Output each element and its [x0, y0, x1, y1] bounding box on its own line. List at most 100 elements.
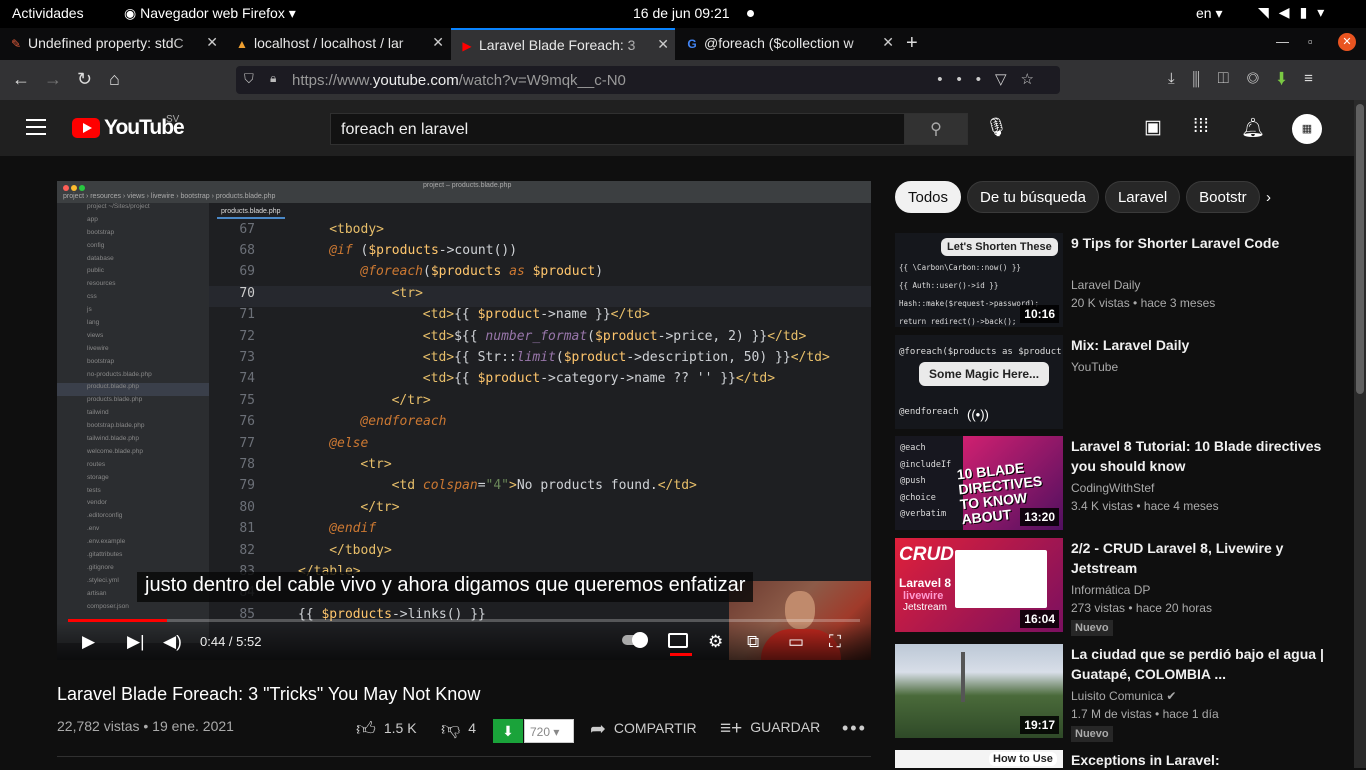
- notifications-bell-icon[interactable]: 🔔︎: [1241, 116, 1265, 140]
- browser-tab[interactable]: G @foreach ($collection w ✕: [676, 28, 900, 60]
- library-icon[interactable]: ⫼: [1193, 70, 1218, 87]
- browser-tab[interactable]: ▲ localhost / localhost / lar ✕: [226, 28, 450, 60]
- sidebar-icon[interactable]: ◫: [1218, 70, 1247, 87]
- like-button[interactable]: 👍︎ 1.5 K: [356, 718, 417, 741]
- back-arrow-icon[interactable]: ←: [12, 69, 30, 90]
- close-icon[interactable]: ✕: [882, 34, 894, 51]
- code-line: 71 <td>{{ $product->name }}</td>: [209, 307, 871, 328]
- new-tab-button[interactable]: +: [906, 32, 918, 55]
- autoplay-toggle[interactable]: [622, 632, 648, 648]
- tab-bar: ✎ Undefined property: stdC ✕ ▲ localhost /…: [0, 28, 1366, 60]
- download-icon[interactable]: ⤓: [1168, 70, 1193, 87]
- youtube-logo-icon[interactable]: [72, 118, 100, 138]
- miniplayer-icon[interactable]: ⧉: [747, 632, 759, 652]
- home-icon[interactable]: ⌂: [109, 69, 120, 90]
- forward-arrow-icon[interactable]: →: [44, 69, 62, 90]
- bookmark-star-icon[interactable]: ☆: [1021, 71, 1048, 88]
- video-thumbnail[interactable]: @foreach($products as $product) @endfore…: [895, 335, 1063, 429]
- share-button[interactable]: ➦ COMPARTIR: [590, 718, 697, 741]
- create-video-icon[interactable]: ▣: [1144, 116, 1162, 139]
- account-icon[interactable]: ◎: [1247, 70, 1277, 87]
- lock-icon[interactable]: 🔒︎: [270, 71, 276, 86]
- chevron-right-icon[interactable]: ›: [1266, 189, 1271, 206]
- shield-icon[interactable]: ⛉: [244, 71, 254, 87]
- menu-icon[interactable]: ≡: [1304, 70, 1331, 87]
- clock[interactable]: 16 de jun 09:21: [633, 5, 730, 21]
- browser-tab[interactable]: ✎ Undefined property: stdC ✕: [0, 28, 224, 60]
- window-close-button[interactable]: ✕: [1338, 33, 1356, 51]
- maximize-button[interactable]: ▫: [1308, 34, 1313, 49]
- recommended-video[interactable]: @each @includeIf @push @choice @verbatim…: [895, 436, 1350, 532]
- video-title[interactable]: Exceptions in Laravel:: [1071, 750, 1350, 770]
- video-thumbnail[interactable]: How to Use: [895, 750, 1063, 768]
- ide-titlebar: project – products.blade.php project › r…: [57, 181, 871, 203]
- video-title[interactable]: La ciudad que se perdió bajo el agua | G…: [1071, 644, 1350, 684]
- subtitles-icon[interactable]: [668, 633, 692, 656]
- next-video-icon[interactable]: ▶|: [127, 632, 145, 652]
- video-title[interactable]: Laravel 8 Tutorial: 10 Blade directives …: [1071, 436, 1350, 476]
- channel-name[interactable]: Informática DP: [1071, 583, 1150, 597]
- theater-mode-icon[interactable]: ▭: [788, 632, 804, 652]
- more-options-icon[interactable]: •••: [842, 718, 867, 739]
- extension-download-icon[interactable]: ⬇: [1277, 70, 1304, 87]
- activities-button[interactable]: Actividades: [12, 5, 84, 21]
- close-icon[interactable]: ✕: [206, 34, 218, 51]
- video-thumbnail[interactable]: CRUD Laravel 8 livewire Jetstream 16:04: [895, 538, 1063, 632]
- chip-laravel[interactable]: Laravel: [1104, 181, 1181, 213]
- recommended-video[interactable]: {{ \Carbon\Carbon::now() }} {{ Auth::use…: [895, 233, 1350, 329]
- volume-icon[interactable]: ◀): [163, 632, 182, 652]
- url-text[interactable]: https://www.youtube.com/watch?v=W9mqk__c…: [292, 72, 626, 89]
- fullscreen-icon[interactable]: ⛶: [829, 632, 841, 652]
- line-number: 80: [239, 499, 255, 515]
- channel-name[interactable]: Laravel Daily: [1071, 278, 1140, 292]
- app-menu[interactable]: ◉ Navegador web Firefox ▾: [124, 5, 296, 22]
- recommended-video[interactable]: How to Use Exceptions in Laravel:: [895, 750, 1350, 768]
- search-input[interactable]: foreach en laravel: [330, 113, 905, 145]
- chip-from-search[interactable]: De tu búsqueda: [967, 181, 1099, 213]
- hamburger-menu-icon[interactable]: [26, 119, 46, 140]
- code-line: 72 <td>${{ number_format($product->price,…: [209, 329, 871, 350]
- app-menu-label: Navegador web Firefox ▾: [140, 5, 296, 21]
- browser-tab-active[interactable]: ▶ Laravel Blade Foreach: 3 ✕: [451, 28, 675, 60]
- settings-gear-icon[interactable]: ⚙: [708, 632, 723, 652]
- recommended-video[interactable]: 19:17 La ciudad que se perdió bajo el ag…: [895, 644, 1350, 754]
- video-thumbnail[interactable]: 19:17: [895, 644, 1063, 738]
- play-icon[interactable]: ▶: [82, 632, 95, 652]
- video-title[interactable]: Mix: Laravel Daily: [1071, 335, 1350, 355]
- save-button[interactable]: ≡+ GUARDAR: [720, 718, 820, 740]
- avatar[interactable]: ▦: [1292, 114, 1322, 144]
- channel-name[interactable]: Luisito Comunica ✔: [1071, 689, 1176, 703]
- recommended-mix[interactable]: @foreach($products as $product) @endfore…: [895, 335, 1350, 431]
- apps-grid-icon[interactable]: ⁞⁞⁞: [1193, 116, 1209, 138]
- dislike-button[interactable]: 👎︎ 4: [441, 718, 476, 741]
- video-thumbnail[interactable]: {{ \Carbon\Carbon::now() }} {{ Auth::use…: [895, 233, 1063, 327]
- minimize-button[interactable]: —: [1276, 34, 1289, 49]
- video-title[interactable]: 9 Tips for Shorter Laravel Code: [1071, 233, 1350, 253]
- video-progress-bar[interactable]: [68, 619, 860, 622]
- ide-tree-item: tailwind: [87, 409, 109, 417]
- search-button[interactable]: ⚲: [904, 113, 968, 145]
- url-bar[interactable]: ⛉ 🔒︎ https://www.youtube.com/watch?v=W9m…: [236, 66, 1060, 94]
- channel-name[interactable]: CodingWithStef: [1071, 481, 1154, 495]
- code-line: 79 <td colspan="4">No products found.</td…: [209, 478, 871, 499]
- close-icon[interactable]: ✕: [657, 36, 669, 53]
- language-selector[interactable]: en ▾: [1196, 5, 1223, 22]
- system-tray[interactable]: ◥◀▮▾: [1258, 4, 1334, 21]
- page-scrollbar[interactable]: [1354, 100, 1366, 768]
- chip-all[interactable]: Todos: [895, 181, 962, 213]
- pocket-icon[interactable]: ▽: [995, 71, 1021, 88]
- code-text: @endforeach: [360, 414, 447, 430]
- channel-name[interactable]: YouTube: [1071, 360, 1118, 374]
- download-button[interactable]: ⬇: [493, 719, 523, 743]
- recommended-video[interactable]: CRUD Laravel 8 livewire Jetstream 16:04 …: [895, 538, 1350, 648]
- video-thumbnail[interactable]: @each @includeIf @push @choice @verbatim…: [895, 436, 1063, 530]
- quality-select[interactable]: 720 ▾: [524, 719, 574, 743]
- chip-bootstrap[interactable]: Bootstr: [1186, 181, 1260, 213]
- video-title[interactable]: 2/2 - CRUD Laravel 8, Livewire y Jetstre…: [1071, 538, 1350, 578]
- close-icon[interactable]: ✕: [432, 34, 444, 51]
- line-number: 70: [239, 285, 255, 301]
- video-player[interactable]: project – products.blade.php project › r…: [57, 181, 871, 660]
- more-actions-icon[interactable]: •••: [937, 71, 995, 88]
- microphone-icon[interactable]: 🎙︎: [985, 117, 1008, 138]
- reload-icon[interactable]: ↻: [77, 69, 92, 90]
